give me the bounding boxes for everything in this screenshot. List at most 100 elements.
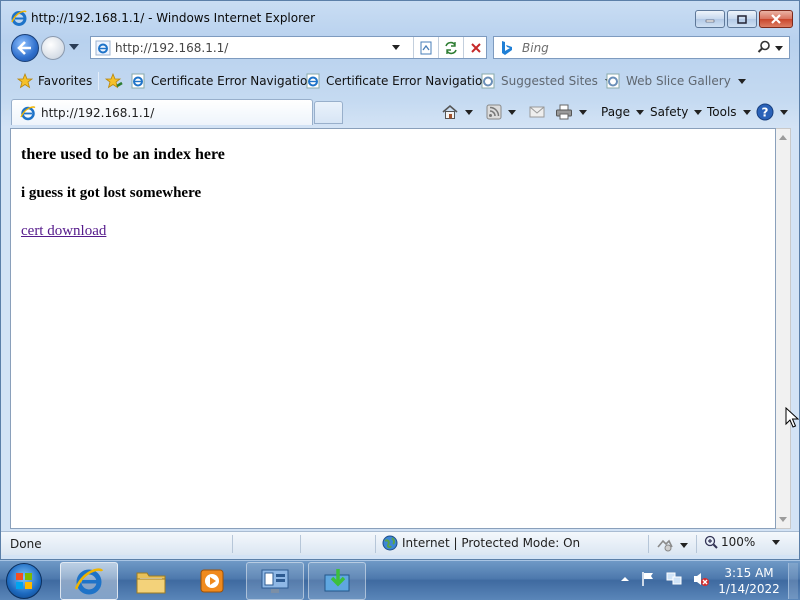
maximize-button[interactable]	[727, 10, 757, 28]
start-button[interactable]	[6, 563, 42, 599]
tab-ie-icon	[20, 105, 36, 120]
taskbar-internet-explorer[interactable]	[60, 562, 118, 600]
print-button[interactable]	[555, 102, 587, 122]
page-ie-icon	[306, 73, 320, 89]
privacy-eye-icon	[657, 539, 673, 552]
chevron-down-icon[interactable]	[465, 109, 473, 115]
recent-pages-dropdown[interactable]	[69, 44, 79, 50]
web-slice-gallery-label: Web Slice Gallery	[626, 74, 731, 88]
page-ie-icon	[481, 73, 495, 89]
chevron-down-icon	[680, 542, 688, 548]
home-icon	[442, 104, 458, 119]
window-title: http://192.168.1.1/ - Windows Internet E…	[31, 11, 316, 25]
compatibility-view-icon	[420, 41, 431, 54]
help-icon: ?	[756, 103, 774, 121]
chevron-down-icon	[772, 539, 781, 545]
taskbar-clock[interactable]: 3:15 AM 1/14/2022	[716, 565, 782, 597]
close-window-button[interactable]	[759, 10, 793, 28]
window-controls	[695, 10, 793, 28]
tools-menu[interactable]: Tools	[707, 102, 751, 122]
stop-icon	[470, 42, 481, 53]
status-divider	[375, 535, 376, 553]
chevron-down-icon[interactable]	[508, 109, 516, 115]
printer-icon	[556, 104, 572, 120]
address-url[interactable]: http://192.168.1.1/	[115, 41, 228, 55]
favorite-link-cert-error-2[interactable]: Certificate Error Navigatio...	[305, 71, 494, 91]
taskbar-media-player[interactable]	[183, 562, 241, 600]
search-box[interactable]: Bing	[493, 36, 790, 59]
zoom-level-label: 100%	[721, 535, 756, 549]
chevron-down-icon	[636, 109, 645, 115]
show-hidden-icons-icon[interactable]	[620, 574, 630, 584]
scroll-down-arrow[interactable]	[779, 517, 787, 522]
status-divider	[300, 535, 301, 553]
search-options-dropdown[interactable]	[775, 46, 783, 51]
back-button[interactable]	[11, 34, 39, 62]
stop-button[interactable]	[463, 37, 487, 58]
title-bar[interactable]: http://192.168.1.1/ - Windows Internet E…	[1, 1, 799, 33]
volume-muted-icon[interactable]	[692, 571, 710, 587]
safety-menu-label: Safety	[650, 105, 689, 119]
taskbar-server-manager[interactable]	[246, 562, 304, 600]
address-dropdown[interactable]	[392, 45, 400, 50]
chevron-down-icon	[694, 109, 703, 115]
taskbar-download-app[interactable]	[308, 562, 366, 600]
chevron-down-icon[interactable]	[579, 109, 587, 115]
page-ie-icon	[606, 73, 620, 89]
show-desktop-button[interactable]	[788, 563, 798, 599]
security-zone[interactable]: Internet | Protected Mode: On	[382, 535, 580, 551]
mail-icon	[529, 106, 545, 118]
folder-icon	[136, 572, 166, 594]
privacy-report-button[interactable]	[656, 535, 688, 555]
zoom-icon	[704, 535, 718, 549]
suggested-sites-button[interactable]: Suggested Sites	[480, 71, 613, 91]
add-to-favorites-bar-button[interactable]	[105, 71, 123, 91]
vertical-scrollbar[interactable]	[776, 128, 791, 529]
web-slice-gallery-button[interactable]: Web Slice Gallery	[605, 71, 746, 91]
page-menu[interactable]: Page	[601, 102, 645, 122]
status-divider	[696, 535, 697, 553]
minimize-button[interactable]	[695, 10, 725, 28]
refresh-icon	[444, 41, 457, 54]
scroll-up-arrow[interactable]	[779, 135, 787, 140]
page-ie-icon	[95, 40, 111, 55]
taskbar-file-explorer[interactable]	[122, 562, 180, 600]
mouse-pointer-icon	[785, 407, 799, 428]
network-icon[interactable]	[666, 571, 682, 587]
tab-label: http://192.168.1.1/	[41, 105, 155, 120]
zoom-level[interactable]: 100%	[704, 535, 781, 549]
new-tab-button[interactable]	[314, 101, 343, 124]
close-icon	[771, 14, 781, 24]
search-placeholder: Bing	[522, 40, 549, 55]
page-subheading: i guess it got lost somewhere	[21, 185, 202, 201]
favorites-separator	[98, 72, 99, 90]
action-center-flag-icon[interactable]	[640, 571, 656, 587]
search-icon[interactable]	[757, 40, 771, 54]
tab-active[interactable]: http://192.168.1.1/	[11, 99, 313, 125]
favorites-button[interactable]: Favorites	[17, 71, 92, 91]
safety-menu[interactable]: Safety	[650, 102, 703, 122]
cert-download-link[interactable]: cert download	[21, 223, 106, 239]
ie-logo-icon	[74, 568, 104, 595]
media-player-icon	[200, 569, 224, 593]
favorite-link-cert-error-1[interactable]: Certificate Error Navigatio...	[130, 71, 319, 91]
security-zone-label: Internet | Protected Mode: On	[402, 536, 581, 550]
taskbar: 3:15 AM 1/14/2022	[0, 560, 800, 600]
help-button[interactable]: ?	[756, 102, 788, 122]
address-bar[interactable]: http://192.168.1.1/	[90, 36, 487, 59]
bing-logo-icon	[502, 40, 512, 55]
favorite-link-label: Certificate Error Navigatio...	[326, 74, 494, 88]
system-tray	[620, 571, 710, 587]
favorites-label: Favorites	[38, 74, 93, 88]
forward-button[interactable]	[41, 36, 65, 60]
rss-feed-icon	[486, 104, 502, 120]
refresh-button[interactable]	[438, 37, 462, 58]
feeds-button[interactable]	[486, 102, 516, 122]
compatibility-view-button[interactable]	[413, 37, 437, 58]
chevron-down-icon	[742, 109, 751, 115]
clock-time: 3:15 AM	[724, 566, 774, 580]
home-button[interactable]	[441, 102, 473, 122]
read-mail-button[interactable]	[529, 102, 545, 122]
status-bar: Done Internet | Protected Mode: On 100%	[1, 531, 799, 555]
page-content: there used to be an index here i guess i…	[10, 128, 776, 529]
